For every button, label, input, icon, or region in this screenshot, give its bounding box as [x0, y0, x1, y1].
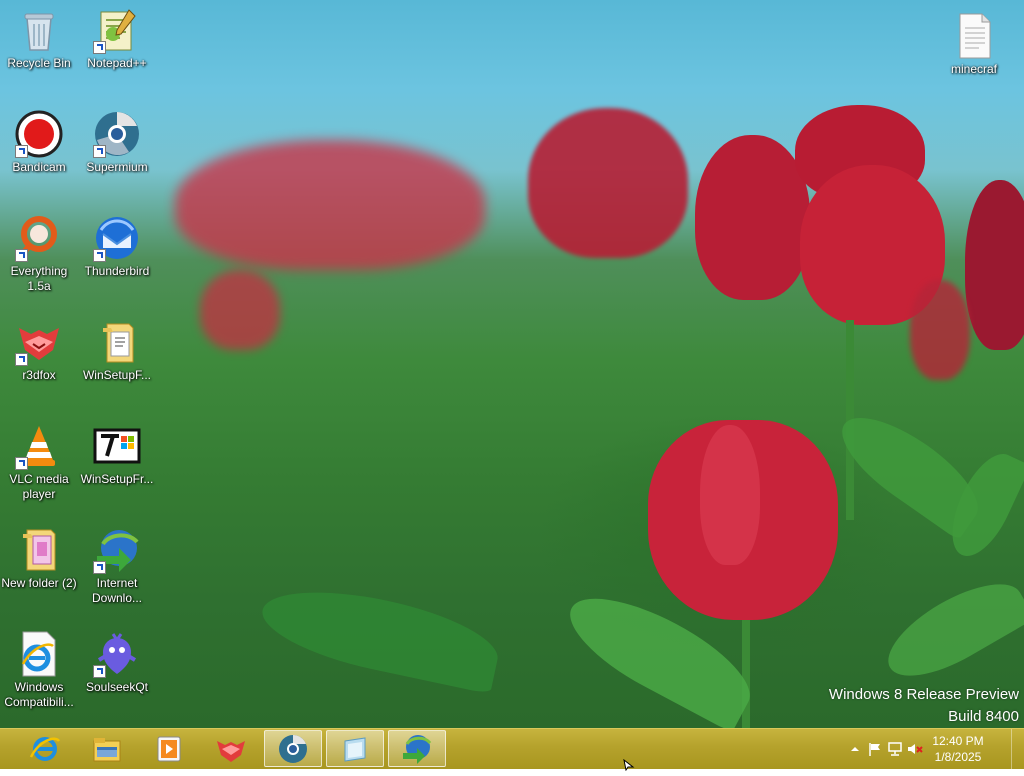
shortcut-arrow-icon	[93, 665, 106, 678]
bandicam-icon	[15, 110, 63, 158]
network-icon[interactable]	[887, 741, 903, 757]
taskbar-button-internet-explorer[interactable]	[16, 730, 74, 767]
desktop-icon-r3dfox[interactable]: r3dfox	[1, 318, 77, 383]
thunderbird-icon	[93, 214, 141, 262]
taskbar-button-window[interactable]	[326, 730, 384, 767]
recycle-bin-icon	[15, 6, 63, 54]
desktop-icon-soulseekqt[interactable]: SoulseekQt	[79, 630, 155, 695]
desktop-icon-minecraf[interactable]: minecraf	[936, 12, 1012, 77]
desktop-icon-supermium[interactable]: Supermium	[79, 110, 155, 175]
watermark-edition: Windows 8 Release Preview	[828, 686, 1019, 703]
text-file-icon	[950, 12, 998, 60]
taskbar[interactable]: 12:40 PM 1/8/2025	[0, 728, 1024, 769]
windows-watermark: Windows 8 Release Preview Build 8400	[829, 684, 1019, 728]
leaf-decoration	[255, 575, 505, 695]
clock-date: 1/8/2025	[934, 750, 982, 764]
desktop-icon-label: Windows Compatibili...	[4, 680, 74, 709]
desktop-icon-label: SoulseekQt	[85, 680, 149, 694]
shortcut-arrow-icon	[93, 249, 106, 262]
notepad-plus-plus-icon	[93, 6, 141, 54]
vlc-icon	[15, 422, 63, 470]
desktop-icon-vlc[interactable]: VLC media player	[1, 422, 77, 502]
desktop-icon-label: WinSetupF...	[82, 368, 152, 382]
supermium-icon	[93, 110, 141, 158]
internet-download-manager-icon	[93, 526, 141, 574]
media-player-icon	[157, 736, 181, 761]
desktop-icon-everything[interactable]: Everything 1.5a	[1, 214, 77, 294]
desktop-icon-windows-compatibility[interactable]: Windows Compatibili...	[1, 630, 77, 710]
tulip-decoration	[695, 135, 810, 300]
flag-icon[interactable]	[867, 741, 883, 757]
internet-explorer-icon	[29, 736, 61, 761]
desktop-icon-notepad-plus-plus[interactable]: Notepad++	[79, 6, 155, 71]
system-tray: 12:40 PM 1/8/2025	[834, 729, 1024, 769]
supermium-icon	[279, 734, 307, 763]
taskbar-button-r3dfox[interactable]	[202, 730, 260, 767]
desktop-icon-recycle-bin[interactable]: Recycle Bin	[1, 6, 77, 71]
desktop-icon-label: New folder (2)	[1, 576, 77, 590]
shortcut-arrow-icon	[15, 353, 28, 366]
desktop-icon-label: Supermium	[86, 160, 148, 174]
taskbar-button-media-player[interactable]	[140, 730, 198, 767]
tulip-decoration	[528, 108, 688, 258]
taskbar-button-file-explorer[interactable]	[78, 730, 136, 767]
tulip-decoration	[965, 180, 1024, 350]
tulip-decoration	[200, 270, 280, 350]
taskbar-button-supermium[interactable]	[264, 730, 322, 767]
leaf-decoration	[875, 566, 1024, 694]
internet-explorer-file-icon	[15, 630, 63, 678]
shortcut-arrow-icon	[93, 41, 106, 54]
everything-search-icon	[15, 214, 63, 262]
show-desktop-button[interactable]	[1011, 729, 1024, 769]
r3dfox-icon	[15, 318, 63, 366]
desktop-icon-internet-download-manager[interactable]: Internet Downlo...	[79, 526, 155, 606]
desktop-icon-label: r3dfox	[22, 368, 56, 382]
desktop-icon-label: Bandicam	[12, 160, 66, 174]
desktop-icon-bandicam[interactable]: Bandicam	[1, 110, 77, 175]
tulip-decoration	[910, 280, 970, 380]
shortcut-arrow-icon	[15, 457, 28, 470]
desktop-icon-label: VLC media player	[9, 472, 69, 501]
folder-icon	[93, 318, 141, 366]
desktop-icon-label: Thunderbird	[84, 264, 150, 278]
mouse-cursor-icon	[623, 758, 635, 772]
file-explorer-icon	[93, 737, 121, 761]
desktop-icon-label: Everything 1.5a	[10, 264, 68, 293]
shortcut-arrow-icon	[93, 561, 106, 574]
taskbar-button-internet-download-manager[interactable]	[388, 730, 446, 767]
watermark-build: Build 8400	[948, 708, 1019, 725]
clock[interactable]: 12:40 PM 1/8/2025	[922, 733, 994, 765]
shortcut-arrow-icon	[15, 145, 28, 158]
desktop-icon-label: Internet Downlo...	[91, 576, 143, 605]
desktop-icon-label: WinSetupFr...	[80, 472, 154, 486]
tulip-decoration	[700, 425, 760, 565]
desktop-icon-label: Recycle Bin	[7, 56, 71, 70]
tulip-decoration	[175, 140, 485, 270]
window-icon	[344, 736, 366, 762]
folder-icon	[15, 526, 63, 574]
desktop-icon-label: minecraf	[950, 62, 997, 76]
desktop-icon-label: Notepad++	[87, 56, 147, 70]
r3dfox-icon	[217, 740, 245, 762]
shortcut-arrow-icon	[93, 145, 106, 158]
clock-time: 12:40 PM	[932, 734, 984, 748]
speaker-muted-icon[interactable]	[907, 741, 923, 757]
win7-setup-icon	[93, 422, 141, 470]
desktop-icon-winsetupf-folder[interactable]: WinSetupF...	[79, 318, 155, 383]
desktop-background[interactable]: Recycle Bin Notepad++ minecraf Bandicam …	[0, 0, 1024, 728]
internet-download-manager-icon	[403, 734, 432, 764]
soulseek-icon	[93, 630, 141, 678]
desktop-icon-thunderbird[interactable]: Thunderbird	[79, 214, 155, 279]
shortcut-arrow-icon	[15, 249, 28, 262]
chevron-up-icon[interactable]	[847, 741, 863, 757]
desktop-icon-new-folder-2[interactable]: New folder (2)	[1, 526, 77, 591]
desktop-icon-winsetupfr[interactable]: WinSetupFr...	[79, 422, 155, 487]
